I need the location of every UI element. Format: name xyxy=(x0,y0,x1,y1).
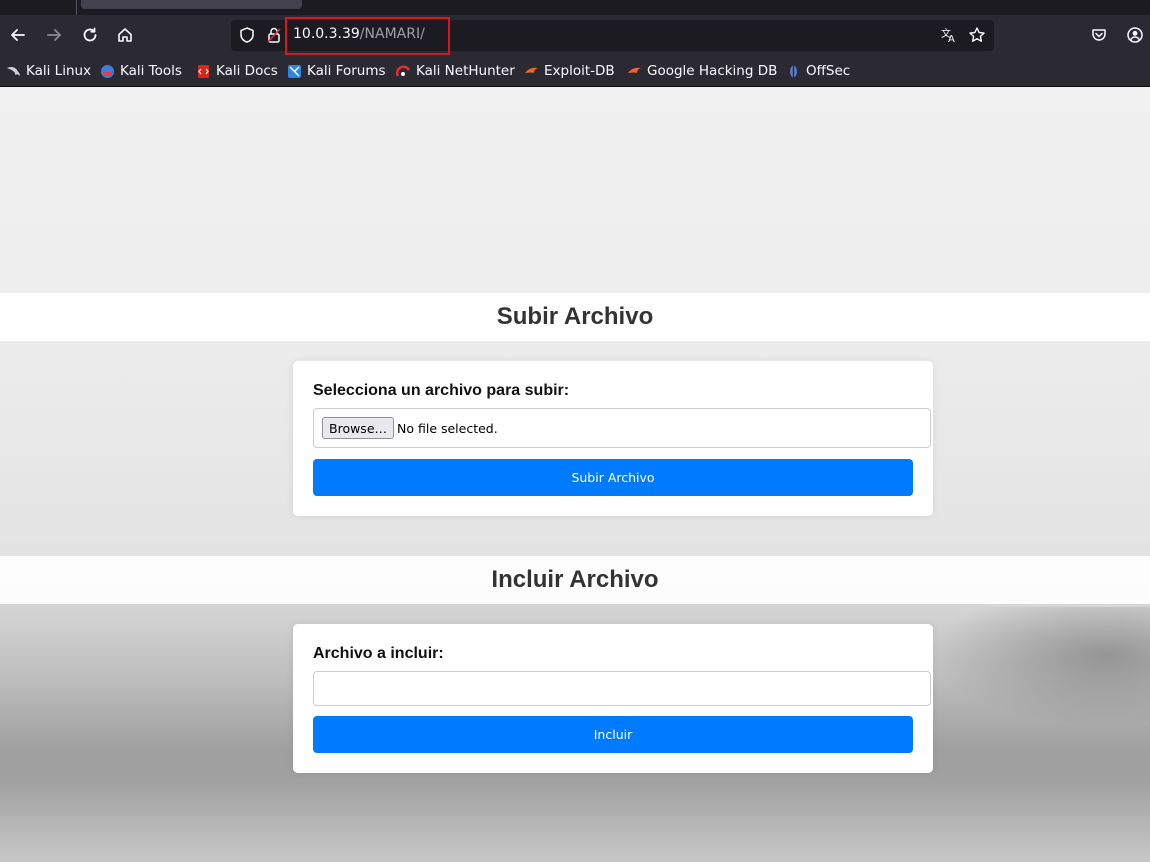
bookmark-label: Google Hacking DB xyxy=(647,63,778,79)
bookmark-label: Kali Docs xyxy=(216,63,278,79)
bookmark-kali-forums[interactable]: Kali Forums xyxy=(287,62,386,80)
account-button[interactable] xyxy=(1121,20,1149,50)
insecure-lock-icon[interactable] xyxy=(265,26,283,44)
navigation-toolbar: 10.0.3.39/NAMARI/ 文A xyxy=(0,15,1150,56)
bookmarks-toolbar: Kali Linux Kali Tools Kali Docs Kali For… xyxy=(0,56,1150,87)
home-button[interactable] xyxy=(111,20,139,50)
reload-button[interactable] xyxy=(76,20,104,50)
bookmark-kali-linux[interactable]: Kali Linux xyxy=(6,62,91,80)
upload-title: Subir Archivo xyxy=(496,303,654,330)
bookmark-offsec[interactable]: OffSec xyxy=(786,62,850,80)
page-content: Subir Archivo Selecciona un archivo para… xyxy=(0,87,1150,862)
back-button[interactable] xyxy=(4,20,32,50)
shield-icon[interactable] xyxy=(238,26,256,44)
tab-strip xyxy=(0,0,1150,15)
bookmark-label: Kali Forums xyxy=(307,63,386,79)
bookmark-google-hacking-db[interactable]: Google Hacking DB xyxy=(627,62,777,80)
include-submit-button[interactable]: Incluir xyxy=(313,716,913,753)
include-file-input[interactable] xyxy=(313,671,931,706)
upload-card: Selecciona un archivo para subir: Browse… xyxy=(293,361,933,516)
bookmark-star-icon[interactable] xyxy=(968,26,986,44)
bookmark-label: Kali NetHunter xyxy=(416,63,515,79)
exploit-db-icon xyxy=(524,64,539,79)
pocket-icon xyxy=(1092,29,1106,41)
bookmark-kali-tools[interactable]: Kali Tools xyxy=(100,62,182,80)
forward-arrow-icon xyxy=(47,29,61,41)
kali-tools-icon xyxy=(100,64,115,79)
include-title: Incluir Archivo xyxy=(491,566,659,593)
kali-dragon-icon xyxy=(6,64,21,79)
svg-text:A: A xyxy=(948,34,955,44)
ghdb-icon xyxy=(627,64,642,79)
browser-tab[interactable] xyxy=(81,0,302,9)
bookmark-label: Exploit-DB xyxy=(544,63,615,79)
bookmark-kali-docs[interactable]: Kali Docs xyxy=(196,62,278,80)
upload-label: Selecciona un archivo para subir: xyxy=(313,382,570,399)
tab-separator xyxy=(76,0,77,15)
forward-button[interactable] xyxy=(40,20,68,50)
kali-docs-icon xyxy=(196,64,211,79)
include-header: Incluir Archivo xyxy=(0,556,1150,604)
home-icon xyxy=(118,28,132,42)
bookmark-kali-nethunter[interactable]: Kali NetHunter xyxy=(396,62,515,80)
translate-icon[interactable]: 文A xyxy=(940,26,958,44)
include-label: Archivo a incluir: xyxy=(313,645,444,662)
browse-button[interactable]: Browse… xyxy=(322,417,395,439)
include-card: Archivo a incluir: Incluir xyxy=(293,624,933,773)
upload-header: Subir Archivo xyxy=(0,293,1150,341)
bookmark-label: Kali Linux xyxy=(26,63,92,79)
url-highlight-box xyxy=(285,17,450,55)
bookmark-exploit-db[interactable]: Exploit-DB xyxy=(524,62,615,80)
no-file-text: No file selected. xyxy=(397,421,498,436)
file-input[interactable]: Browse… No file selected. xyxy=(313,408,931,448)
back-arrow-icon xyxy=(11,29,25,41)
pocket-button[interactable] xyxy=(1085,20,1113,50)
bookmark-label: OffSec xyxy=(806,63,851,79)
background-trees xyxy=(930,607,1150,727)
upload-submit-button[interactable]: Subir Archivo xyxy=(313,459,913,496)
kali-nethunter-icon xyxy=(396,64,411,79)
bookmark-label: Kali Tools xyxy=(120,63,182,79)
offsec-icon xyxy=(786,64,801,79)
account-icon xyxy=(1127,27,1143,43)
reload-icon xyxy=(83,27,97,42)
kali-forums-icon xyxy=(287,64,302,79)
